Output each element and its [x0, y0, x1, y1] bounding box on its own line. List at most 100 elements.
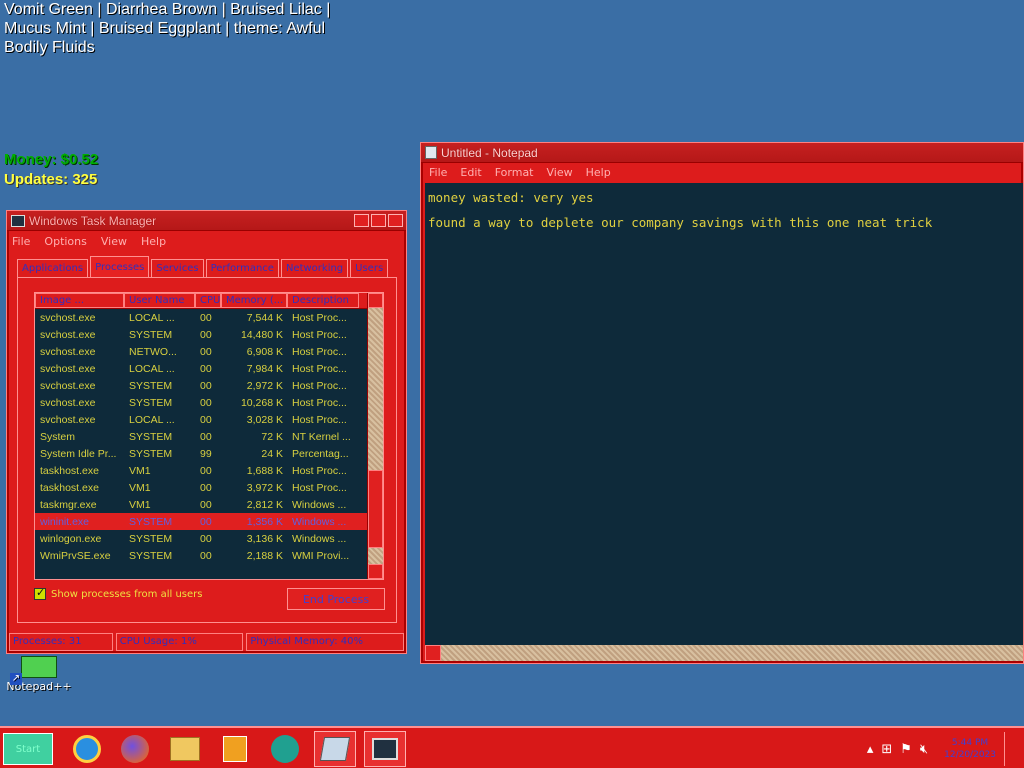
processes-panel: Image ... User Name CPU Memory (... Desc… — [17, 277, 397, 623]
table-row[interactable]: taskhost.exe VM1 00 3,972 K Host Proc... — [35, 479, 383, 496]
cell-user: LOCAL ... — [129, 362, 175, 375]
explorer-icon[interactable] — [164, 731, 206, 767]
notepad-plus-plus-shortcut[interactable]: Notepad++ — [4, 656, 74, 693]
column-memory[interactable]: Memory (... — [221, 293, 287, 308]
tab-applications[interactable]: Applications — [17, 259, 89, 277]
cell-desc: WMI Provi... — [292, 549, 350, 562]
volume-muted-icon[interactable]: 🔇︎ — [920, 742, 928, 757]
table-row[interactable]: taskhost.exe VM1 00 1,688 K Host Proc... — [35, 462, 383, 479]
column-user-name[interactable]: User Name — [124, 293, 195, 308]
table-row[interactable]: wininit.exe SYSTEM 00 1,356 K Windows ... — [35, 513, 383, 530]
cell-mem: 72 K — [261, 430, 283, 443]
notepad-text-area[interactable]: money wasted: very yes found a way to de… — [425, 183, 1023, 645]
table-row[interactable]: svchost.exe LOCAL ... 00 7,544 K Host Proc..… — [35, 309, 383, 326]
table-row[interactable]: System Idle Pr... SYSTEM 99 24 K Percentag..… — [35, 445, 383, 462]
cell-name: winlogon.exe — [40, 532, 102, 545]
tab-performance[interactable]: Performance — [205, 259, 279, 277]
notepad-icon[interactable] — [314, 731, 356, 767]
cell-cpu: 00 — [200, 413, 212, 426]
cell-cpu: 99 — [200, 447, 212, 460]
cell-cpu: 00 — [200, 464, 212, 477]
cell-name: taskhost.exe — [40, 481, 99, 494]
process-rows: svchost.exe LOCAL ... 00 7,544 K Host Proc..… — [35, 309, 383, 564]
column-cpu[interactable]: CPU — [195, 293, 221, 308]
cell-name: svchost.exe — [40, 311, 96, 324]
tab-networking[interactable]: Networking — [280, 259, 349, 277]
process-list-scrollbar[interactable] — [367, 293, 383, 579]
scroll-up-button[interactable] — [368, 293, 383, 308]
table-row[interactable]: svchost.exe LOCAL ... 00 7,984 K Host Proc..… — [35, 360, 383, 377]
cell-desc: Windows ... — [292, 515, 347, 528]
notepad-app-icon — [425, 146, 437, 159]
scroll-left-button[interactable] — [425, 645, 441, 661]
notepad-menu-view[interactable]: View — [547, 166, 573, 179]
show-all-users-checkbox[interactable] — [34, 586, 46, 600]
cell-cpu: 00 — [200, 549, 212, 562]
end-process-button[interactable]: End Process — [287, 588, 385, 610]
clock[interactable]: 5:44 PM 12/20/2023 — [944, 737, 996, 761]
action-center-flag-icon[interactable]: ⚑ — [900, 742, 912, 757]
scroll-down-button[interactable] — [368, 564, 383, 579]
cell-name: taskmgr.exe — [40, 498, 97, 511]
cell-user: NETWO... — [129, 345, 177, 358]
tab-services[interactable]: Services — [151, 259, 204, 277]
column-description[interactable]: Description — [287, 293, 359, 308]
cell-mem: 1,356 K — [246, 515, 283, 528]
cell-cpu: 00 — [200, 498, 212, 511]
table-row[interactable]: WmiPrvSE.exe SYSTEM 00 2,188 K WMI Provi... — [35, 547, 383, 564]
cell-cpu: 00 — [200, 328, 212, 341]
minimize-button[interactable] — [354, 214, 369, 227]
column-image-name[interactable]: Image ... — [35, 293, 124, 308]
network-icon[interactable]: ⊞ — [881, 742, 892, 757]
tab-processes[interactable]: Processes — [90, 256, 150, 277]
task-manager-icon[interactable] — [364, 731, 406, 767]
cell-desc: Host Proc... — [292, 464, 347, 477]
table-row[interactable]: taskmgr.exe VM1 00 2,812 K Windows ... — [35, 496, 383, 513]
media-player-icon[interactable] — [214, 731, 256, 767]
status-cpu-usage: CPU Usage: 1% — [115, 633, 244, 651]
cell-user: VM1 — [129, 464, 151, 477]
ie-icon[interactable] — [66, 731, 108, 767]
task-manager-statusbar: Processes: 31 CPU Usage: 1% Physical Mem… — [9, 633, 404, 651]
start-button[interactable]: Start — [3, 733, 53, 765]
cell-cpu: 00 — [200, 515, 212, 528]
notepad-menu-help[interactable]: Help — [586, 166, 611, 179]
table-row[interactable]: svchost.exe SYSTEM 00 14,480 K Host Proc... — [35, 326, 383, 343]
menu-view[interactable]: View — [101, 235, 127, 248]
table-row[interactable]: svchost.exe NETWO... 00 6,908 K Host Proc... — [35, 343, 383, 360]
chat-icon[interactable] — [264, 731, 306, 767]
notepad-menu-edit[interactable]: Edit — [460, 166, 481, 179]
cell-user: SYSTEM — [129, 379, 173, 392]
cell-cpu: 00 — [200, 345, 212, 358]
cell-name: svchost.exe — [40, 413, 96, 426]
menu-options[interactable]: Options — [44, 235, 86, 248]
cell-cpu: 00 — [200, 311, 212, 324]
firefox-icon[interactable] — [114, 731, 156, 767]
table-row[interactable]: svchost.exe LOCAL ... 00 3,028 K Host Proc..… — [35, 411, 383, 428]
updates-counter: Updates: 325 — [4, 171, 98, 188]
menu-help[interactable]: Help — [141, 235, 166, 248]
cell-mem: 3,136 K — [246, 532, 283, 545]
notepad-titlebar[interactable]: Untitled - Notepad — [421, 143, 1023, 163]
notepad-menu-file[interactable]: File — [429, 166, 447, 179]
taskbar: Start ▴ ⊞ ⚑ 🔇︎ 5:44 PM 12/20/2023 — [0, 726, 1024, 768]
show-all-users-row[interactable]: Show processes from all users — [34, 586, 202, 600]
window-title: Windows Task Manager — [29, 213, 157, 228]
tray-expand-icon[interactable]: ▴ — [867, 742, 874, 757]
notepad-horizontal-scrollbar[interactable] — [425, 645, 1023, 661]
menu-file[interactable]: File — [12, 235, 30, 248]
show-desktop-button[interactable] — [1004, 732, 1014, 766]
process-list[interactable]: Image ... User Name CPU Memory (... Desc… — [34, 292, 384, 580]
cell-user: LOCAL ... — [129, 413, 175, 426]
table-row[interactable]: System SYSTEM 00 72 K NT Kernel ... — [35, 428, 383, 445]
maximize-button[interactable] — [371, 214, 386, 227]
table-row[interactable]: svchost.exe SYSTEM 00 2,972 K Host Proc... — [35, 377, 383, 394]
notepad-menu-format[interactable]: Format — [495, 166, 534, 179]
table-row[interactable]: svchost.exe SYSTEM 00 10,268 K Host Proc... — [35, 394, 383, 411]
scroll-thumb[interactable] — [368, 470, 383, 548]
cell-mem: 6,908 K — [246, 345, 283, 358]
tab-users[interactable]: Users — [350, 259, 389, 277]
close-button[interactable] — [388, 214, 403, 227]
task-manager-titlebar[interactable]: Windows Task Manager — [7, 211, 406, 231]
table-row[interactable]: winlogon.exe SYSTEM 00 3,136 K Windows ... — [35, 530, 383, 547]
